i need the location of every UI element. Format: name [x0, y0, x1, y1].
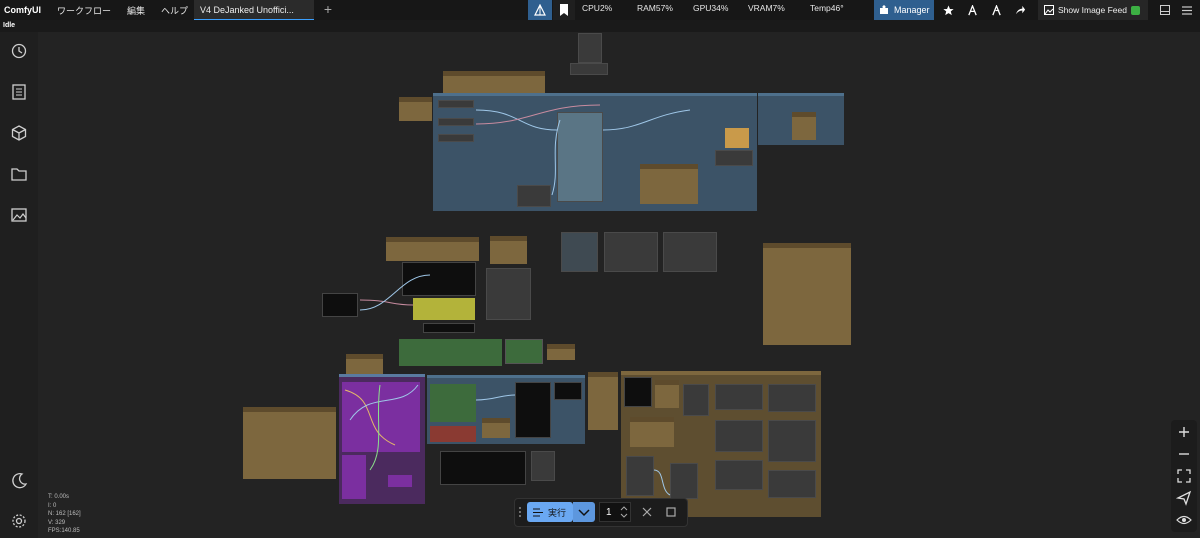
run-mode-dropdown[interactable] — [573, 502, 595, 522]
cancel-x-icon[interactable] — [641, 506, 653, 518]
fit-view-icon[interactable] — [1176, 468, 1192, 484]
stop-square-icon[interactable] — [665, 506, 677, 518]
run-label: 実行 — [548, 507, 567, 518]
stat-v: V: 329 — [48, 519, 66, 526]
run-toolbar: 実行 1 — [514, 498, 688, 527]
stat-time: T: 0.00s — [48, 494, 70, 500]
stepper-icon[interactable] — [620, 505, 628, 519]
stat-nodes: N: 162 [162] — [48, 511, 81, 517]
canvas-controls — [1171, 420, 1197, 532]
zoom-out-minus-icon[interactable] — [1176, 446, 1192, 462]
visibility-eye-icon[interactable] — [1176, 512, 1192, 528]
select-pointer-icon[interactable] — [1176, 490, 1192, 506]
run-button[interactable]: 実行 — [527, 502, 573, 522]
stat-i: I: 0 — [48, 502, 57, 509]
canvas-stats: T: 0.00s I: 0 N: 162 [162] V: 329 FPS:14… — [48, 493, 81, 536]
batch-count-input[interactable]: 1 — [599, 502, 631, 522]
drag-handle-icon[interactable] — [517, 506, 523, 518]
zoom-in-plus-icon[interactable] — [1176, 424, 1192, 440]
stat-fps: FPS:140.85 — [48, 528, 80, 534]
queue-icon — [533, 508, 543, 516]
node-links — [344, 104, 691, 496]
chevron-down-icon — [578, 509, 590, 517]
batch-count-value: 1 — [606, 506, 612, 518]
